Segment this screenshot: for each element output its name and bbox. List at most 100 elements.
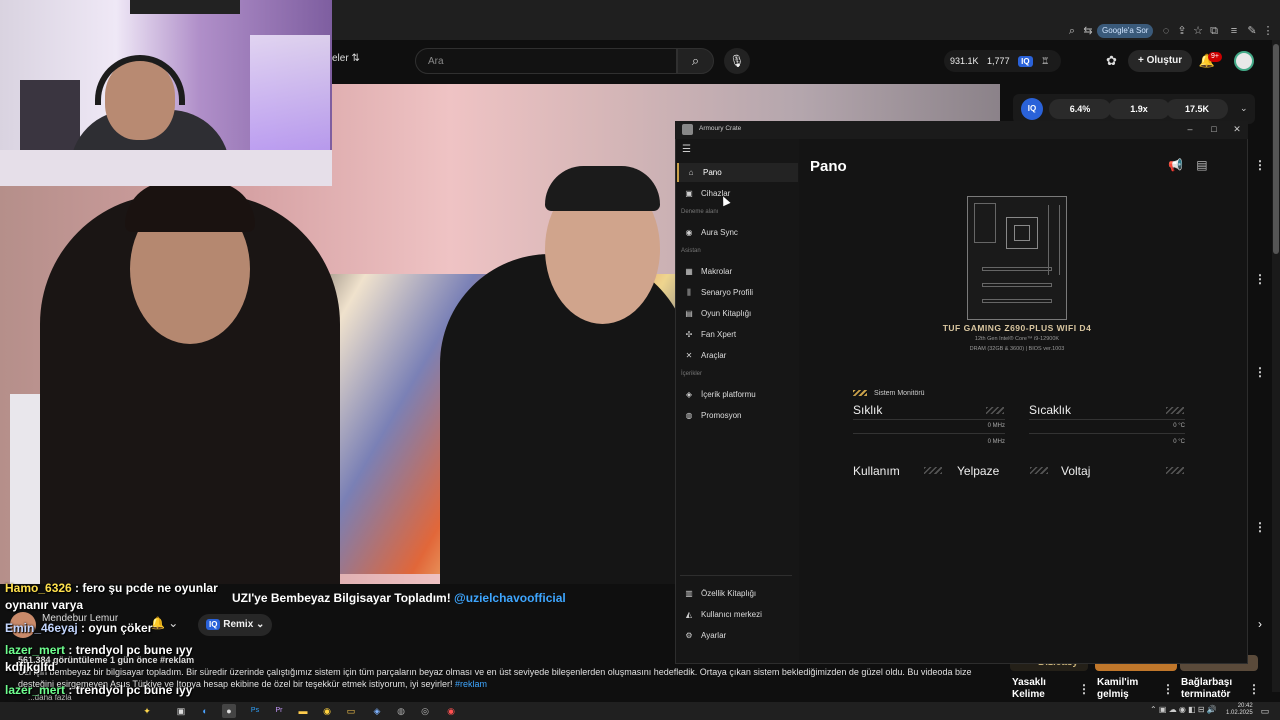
more-options-icon[interactable]: ⋮ xyxy=(1254,272,1266,286)
more-options-icon[interactable]: ⋮ xyxy=(1248,682,1260,696)
media-icon[interactable]: ≡ xyxy=(1228,25,1240,37)
star-icon[interactable]: ☆ xyxy=(1192,25,1204,37)
folder-icon[interactable]: ▭ xyxy=(344,704,358,718)
nav-item-aura-sync[interactable]: ◉ Aura Sync xyxy=(677,223,798,242)
chrome-2-icon[interactable]: ◉ xyxy=(444,704,458,718)
nav-item-kullanici[interactable]: ◭ Kullanıcı merkezi xyxy=(677,605,798,624)
system-monitor-label[interactable]: Sistem Monitörü xyxy=(874,390,925,397)
account-avatar[interactable] xyxy=(1234,51,1254,71)
more-options-icon[interactable]: ⋮ xyxy=(1254,158,1266,172)
desc-hashtag[interactable]: #reklam xyxy=(455,679,487,689)
nav-item-ayarlar[interactable]: ⚙ Ayarlar xyxy=(677,626,798,645)
more-options-icon[interactable]: ⋮ xyxy=(1162,682,1174,696)
chevron-down-icon[interactable]: ⌄ xyxy=(1240,103,1248,114)
google-sor-button[interactable]: Google'a Sor xyxy=(1097,24,1154,38)
windows-taskbar xyxy=(0,702,1280,720)
voltage-label[interactable]: Voltaj xyxy=(1061,464,1090,478)
system-tray[interactable]: ⌃ ▣ ☁ ◉ ◧ ⊟ 🔊 xyxy=(1150,705,1217,714)
armoury-taskbar-icon[interactable]: ◍ xyxy=(394,704,408,718)
next-arrow-icon[interactable]: › xyxy=(1250,614,1270,634)
cpu-info: 12th Gen Intel® Core™ i9-12900K xyxy=(974,336,1060,342)
extension-stat-pill[interactable]: 1.9x xyxy=(1108,99,1170,119)
extension-stat-pill[interactable]: 17.5K xyxy=(1166,99,1228,119)
devices-icon: ▣ xyxy=(685,189,693,198)
feature-library-icon: ▥ xyxy=(685,589,693,598)
nav-item-oyun[interactable]: ▤ Oyun Kitaplığı xyxy=(677,304,798,323)
edge-icon[interactable]: ◐ xyxy=(198,704,212,718)
nav-item-ozellik[interactable]: ▥ Özellik Kitaplığı xyxy=(677,584,798,603)
nav-item-cihazlar[interactable]: ▣ Cihazlar xyxy=(677,184,798,203)
create-button[interactable]: + Oluştur xyxy=(1128,50,1193,72)
webcam-overlay xyxy=(0,0,332,186)
title-mention[interactable]: @uzielchavoofficial xyxy=(454,591,566,605)
studio-icon[interactable]: ✿ xyxy=(1106,53,1117,69)
mic-icon: 🎙 xyxy=(729,54,745,68)
freq-label[interactable]: Sıklık xyxy=(853,403,882,417)
bookmark-icon[interactable]: ✎ xyxy=(1246,25,1258,37)
views-stat: 931.1K xyxy=(950,56,979,66)
app-title: Armoury Crate xyxy=(699,125,742,132)
steam-icon[interactable]: ◎ xyxy=(418,704,432,718)
zoom-icon[interactable]: ⌕ xyxy=(1066,25,1078,37)
eye-off-icon[interactable]: ◌ xyxy=(1160,25,1172,37)
usage-label[interactable]: Kullanım xyxy=(853,464,900,478)
nav-item-makrolar[interactable]: ▦ Makrolar xyxy=(677,262,798,281)
home-icon: ⌂ xyxy=(688,168,694,177)
nav-item-icerik[interactable]: ◈ İçerik platformu xyxy=(677,385,798,404)
translate-icon[interactable]: ⇆ xyxy=(1082,25,1094,37)
related-title[interactable]: Yasaklı Kelime xyxy=(1012,677,1072,701)
extension-stat-pill[interactable]: 6.4% xyxy=(1049,99,1111,119)
scrollbar-thumb[interactable] xyxy=(1273,44,1279,254)
channel-stats[interactable]: 931.1K 1,777 IQ ♖ xyxy=(944,50,1062,72)
maximize-icon[interactable]: □ xyxy=(1208,124,1220,134)
fan-label[interactable]: Yelpaze xyxy=(957,464,999,478)
extension-logo[interactable]: IQ xyxy=(1021,98,1043,120)
notification-center-icon[interactable]: ▭ xyxy=(1258,704,1272,718)
more-options-icon[interactable]: ⋮ xyxy=(1254,365,1266,379)
window-titlebar[interactable] xyxy=(675,121,1248,139)
nav-item-araclar[interactable]: ✕ Araçlar xyxy=(677,346,798,365)
premiere-icon[interactable]: Pr xyxy=(272,704,286,718)
hamburger-icon[interactable]: ☰ xyxy=(682,144,691,155)
voltage-hatch xyxy=(1166,467,1184,474)
video-title: UZI'ye Bembeyaz Bilgisayar Topladım! @uz… xyxy=(232,591,566,605)
iq-icon: IQ xyxy=(206,619,221,630)
scenario-icon: ⫼ xyxy=(687,288,691,297)
taskbar-clock[interactable]: 20:42 1.02.2025 xyxy=(1226,703,1253,717)
subscribe-bell-icon[interactable]: 🔔 ⌄ xyxy=(150,616,178,630)
close-icon[interactable]: ✕ xyxy=(1231,124,1243,135)
photoshop-icon[interactable]: Ps xyxy=(248,704,262,718)
more-options-icon[interactable]: ⋮ xyxy=(1254,520,1266,534)
search-input[interactable]: Ara xyxy=(415,48,677,74)
announcement-icon[interactable]: 📢 xyxy=(1168,158,1183,172)
nav-item-senaryo[interactable]: ⫼ Senaryo Profili xyxy=(677,283,798,302)
motherboard-image xyxy=(967,196,1067,320)
news-icon[interactable]: ▤ xyxy=(1196,158,1207,172)
remix-button[interactable]: IQ Remix ⌄ xyxy=(198,614,273,636)
minimize-icon[interactable]: – xyxy=(1184,124,1196,134)
file-explorer-icon[interactable]: ▬ xyxy=(296,704,310,718)
related-title[interactable]: Kamil'im gelmiş xyxy=(1097,677,1157,701)
obs-icon[interactable]: ● xyxy=(222,704,236,718)
nav-item-fan-xpert[interactable]: ✣ Fan Xpert xyxy=(677,325,798,344)
chrome-icon[interactable]: ◉ xyxy=(320,704,334,718)
mb-io xyxy=(974,203,996,243)
iq-badge: IQ xyxy=(1018,56,1033,67)
share-icon[interactable]: ⇪ xyxy=(1176,25,1188,37)
related-title[interactable]: Bağlarbaşı terminatör xyxy=(1181,677,1245,701)
more-options-icon[interactable]: ⋮ xyxy=(1078,682,1090,696)
menu-icon[interactable]: ⋮ xyxy=(1262,25,1274,37)
filters-label[interactable]: eler ⇅ xyxy=(332,53,360,64)
nav-item-promosyon[interactable]: ◍ Promosyon xyxy=(677,406,798,425)
discord-icon[interactable]: ◈ xyxy=(370,704,384,718)
search-button[interactable]: ⌕ xyxy=(677,48,714,74)
extensions-icon[interactable]: ⧉ xyxy=(1208,25,1220,37)
fan-icon: ✣ xyxy=(685,330,693,339)
task-view-icon[interactable]: ▣ xyxy=(174,704,188,718)
nav-item-pano[interactable]: ⌂ Pano xyxy=(677,163,798,182)
content-icon: ◈ xyxy=(685,390,693,399)
chat-message: lazer_mert : trendyol pc bune ıyy xyxy=(5,683,193,697)
voice-search-button[interactable]: 🎙 xyxy=(724,48,750,74)
temp-label[interactable]: Sıcaklık xyxy=(1029,403,1071,417)
copilot-icon[interactable]: ✦ xyxy=(140,704,154,718)
